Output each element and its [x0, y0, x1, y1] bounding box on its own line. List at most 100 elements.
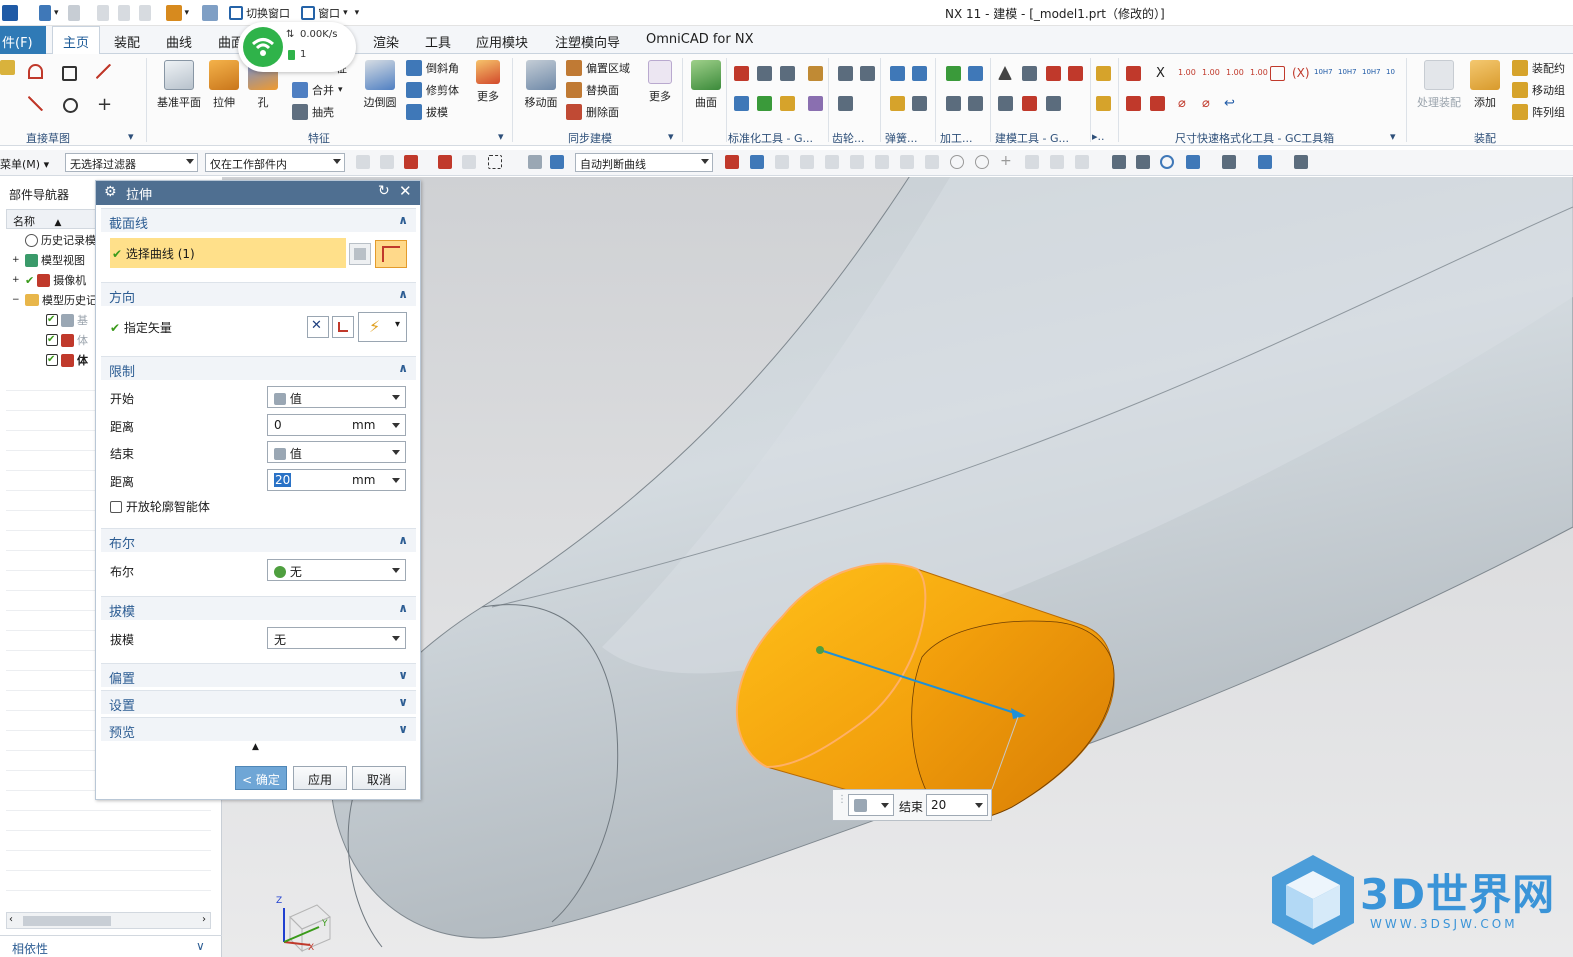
boolean-select[interactable]: 无	[267, 559, 406, 581]
refresh-small-icon[interactable]: ↩	[1224, 96, 1235, 111]
limits-header[interactable]: 限制 ∧	[101, 356, 416, 380]
graphics-viewport[interactable]: Z Y X ⋮ 结束 20	[222, 177, 1573, 957]
nav-item-model-views[interactable]: + 模型视图	[12, 250, 85, 270]
endpoint-snap-icon[interactable]	[725, 155, 739, 169]
ok-button[interactable]: < 确定 >	[235, 766, 287, 802]
view-cube-icon[interactable]	[1258, 155, 1272, 169]
collapse-dialog-icon[interactable]: ▲	[252, 742, 259, 752]
fit-2[interactable]: 10H7	[1338, 68, 1357, 76]
expand-icon[interactable]: +	[12, 255, 22, 265]
expand-icon[interactable]: ∨	[398, 668, 408, 682]
reverse-direction-button[interactable]: ✕	[307, 316, 329, 338]
draft-select[interactable]: 无	[267, 627, 406, 649]
scope-select[interactable]: 仅在工作部件内	[205, 153, 345, 172]
direction-header[interactable]: 方向 ∧	[101, 282, 416, 306]
snap-8-icon[interactable]	[875, 155, 889, 169]
nav-item-model-history[interactable]: − 模型历史记	[12, 290, 97, 310]
gc-2-icon[interactable]	[1096, 96, 1111, 111]
customize-qa-icon[interactable]: ▾	[355, 8, 360, 18]
std-tool-4-icon[interactable]	[734, 96, 749, 111]
dim-tol-4[interactable]: 1.00	[1250, 68, 1268, 77]
std-tool-3-icon[interactable]	[780, 66, 795, 81]
expand-icon[interactable]: ∨	[398, 722, 408, 736]
std-tool-8-icon[interactable]	[808, 96, 823, 111]
trim-body-button[interactable]: 修剪体	[406, 82, 459, 98]
snap-5-icon[interactable]	[800, 155, 814, 169]
sort-up-icon[interactable]: ▲	[55, 218, 62, 228]
machining-icon[interactable]	[946, 66, 961, 81]
model-canvas[interactable]	[222, 177, 1573, 957]
undo-dropdown-icon[interactable]: ▾	[54, 8, 59, 18]
process-assembly-button[interactable]: 处理装配	[1414, 60, 1464, 110]
quadrant-snap-icon[interactable]	[975, 155, 989, 169]
model-tool-3-icon[interactable]	[1068, 66, 1083, 81]
collapse-icon[interactable]: ∧	[398, 361, 408, 375]
unite-dropdown-icon[interactable]: ▾	[338, 85, 343, 95]
group-direct-sketch-more-icon[interactable]: ▾	[128, 130, 134, 143]
end-distance-input[interactable]: 20	[926, 794, 988, 816]
unite-button[interactable]: 合并 ▾	[292, 82, 343, 98]
scroll-left-icon[interactable]: ‹	[9, 914, 13, 925]
apply-button[interactable]: 应用	[293, 766, 347, 790]
tab-omnicad[interactable]: OmniCAD for NX	[646, 32, 754, 47]
rectangle-icon[interactable]	[62, 66, 77, 81]
tab-assembly[interactable]: 装配	[114, 32, 140, 51]
std-tool-2-icon[interactable]	[757, 66, 772, 81]
tab-curve[interactable]: 曲线	[166, 32, 192, 51]
snap-9-icon[interactable]	[900, 155, 914, 169]
vector-origin-handle[interactable]	[816, 646, 824, 654]
settings-header[interactable]: 设置 ∨	[101, 690, 416, 714]
point-snap-icon[interactable]: +	[1000, 154, 1014, 169]
snap-13-icon[interactable]	[1075, 155, 1089, 169]
diameter-2-icon[interactable]: ⌀	[1202, 96, 1210, 111]
group-sync-more-icon[interactable]: ▾	[668, 130, 674, 143]
dim-tol-3[interactable]: 1.00	[1226, 68, 1244, 77]
fit-3[interactable]: 10H7	[1362, 68, 1381, 76]
std-tool-icon[interactable]	[734, 66, 749, 81]
dim-tol-1[interactable]: 1.00	[1178, 68, 1196, 77]
checkbox-unchecked-icon[interactable]	[110, 501, 122, 513]
scroll-right-icon[interactable]: ›	[202, 914, 206, 925]
machining-4-icon[interactable]	[968, 96, 983, 111]
expand-icon[interactable]: +	[12, 275, 22, 285]
network-speed-widget[interactable]: ⇅ 0.00K/s 1	[238, 22, 356, 72]
redo-icon[interactable]	[67, 5, 80, 21]
dim-tol-2[interactable]: 1.00	[1202, 68, 1220, 77]
model-tool-6-icon[interactable]	[1046, 96, 1061, 111]
shell-button[interactable]: 抽壳	[292, 104, 334, 120]
box-select-icon[interactable]	[488, 155, 502, 169]
move-component-button[interactable]: 移动组	[1512, 82, 1565, 98]
type-filter-select[interactable]: 无选择过滤器	[65, 153, 198, 172]
model-tool-4-icon[interactable]	[998, 96, 1013, 111]
orient-view-icon[interactable]	[1186, 155, 1200, 169]
curve-rule-select[interactable]: 自动判断曲线	[575, 153, 713, 172]
sketch-icon[interactable]	[0, 60, 15, 75]
reset-icon[interactable]: ↻	[378, 183, 390, 199]
gc-icon[interactable]	[1096, 66, 1111, 81]
std-tool-7-icon[interactable]	[808, 66, 823, 81]
vector-type-select[interactable]: ⚡ ▾	[358, 312, 407, 342]
filter-2-icon[interactable]	[380, 155, 394, 169]
tab-mold-wizard[interactable]: 注塑模向导	[555, 32, 620, 51]
surface-button[interactable]: 曲面	[688, 60, 724, 110]
start-distance-input[interactable]: 0 mm	[267, 414, 406, 436]
preview-header[interactable]: 预览 ∨	[101, 717, 416, 741]
move-face-button[interactable]: 移动面	[520, 60, 562, 110]
gear-icon[interactable]	[838, 66, 853, 81]
std-tool-5-icon[interactable]	[757, 96, 772, 111]
start-limit-select[interactable]: 值	[267, 386, 406, 408]
x-icon[interactable]: X	[1156, 66, 1165, 81]
dim-format-icon[interactable]	[1126, 66, 1141, 81]
dialog-title-bar[interactable]: ⚙ 拉伸 ↻ ✕	[96, 181, 420, 205]
line-icon[interactable]	[96, 64, 111, 79]
dim-format-2-icon[interactable]	[1126, 96, 1141, 111]
open-profile-row[interactable]: 开放轮廓智能体	[110, 498, 210, 515]
sync-more-button[interactable]: 更多	[644, 60, 676, 104]
group-dim-more-icon[interactable]: ▾	[1390, 130, 1396, 143]
fit-view-icon[interactable]	[1112, 155, 1126, 169]
curve-rule-button[interactable]	[375, 240, 407, 268]
rotate-icon[interactable]	[1160, 155, 1174, 169]
collapse-icon[interactable]: ∧	[398, 533, 408, 547]
replace-face-button[interactable]: 替换面	[566, 82, 619, 98]
chamfer-button[interactable]: 倒斜角	[406, 60, 459, 76]
